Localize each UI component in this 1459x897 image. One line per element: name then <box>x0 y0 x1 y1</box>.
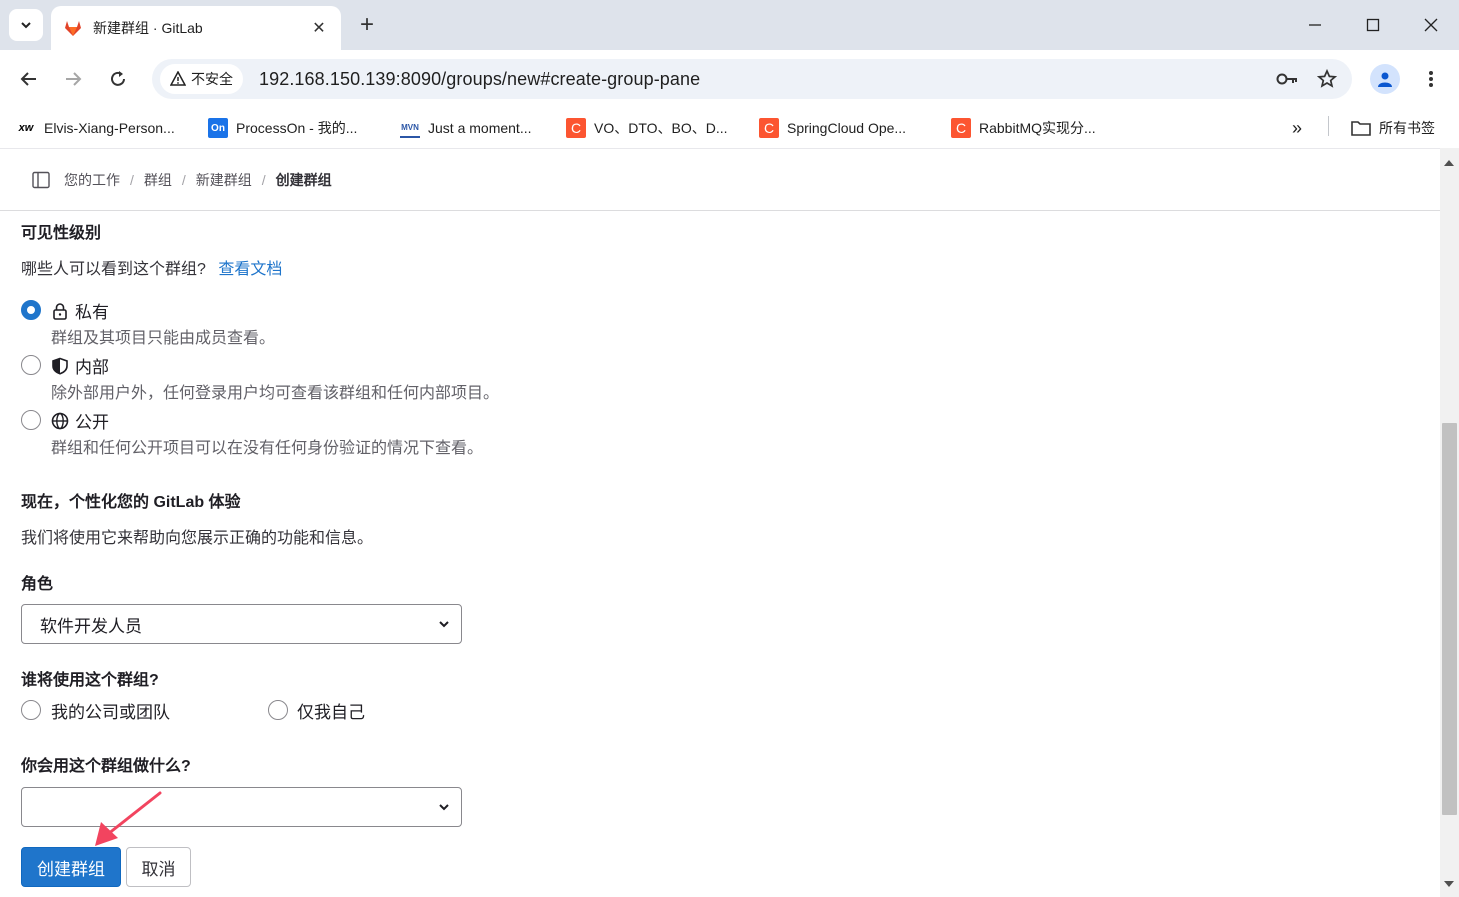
minimize-icon[interactable] <box>1300 10 1330 40</box>
browser-toolbar: 不安全 192.168.150.139:8090/groups/new#crea… <box>0 50 1459 108</box>
bookmark-item[interactable]: C SpringCloud Ope... <box>759 116 906 140</box>
visibility-private-label[interactable]: 私有 <box>51 298 109 323</box>
back-arrow-icon[interactable] <box>14 64 44 94</box>
bookmarks-bar: xw Elvis-Xiang-Person... On ProcessOn - … <box>0 108 1459 148</box>
view-docs-link[interactable]: 查看文档 <box>218 261 282 278</box>
breadcrumb-separator: / <box>130 171 134 188</box>
chevron-down-icon <box>21 22 31 29</box>
gitlab-logo-icon <box>65 21 81 36</box>
all-bookmarks-label: 所有书签 <box>1379 120 1435 136</box>
active-tab[interactable]: 新建群组 · GitLab ✕ <box>51 6 341 50</box>
role-label: 角色 <box>21 576 54 593</box>
all-bookmarks-button[interactable]: 所有书签 <box>1351 116 1435 140</box>
address-bar[interactable]: 不安全 192.168.150.139:8090/groups/new#crea… <box>152 59 1352 99</box>
browser-menu-icon[interactable] <box>1416 64 1446 94</box>
bookmark-item[interactable]: xw Elvis-Xiang-Person... <box>16 116 175 140</box>
scroll-up-arrow-icon[interactable] <box>1444 160 1454 166</box>
role-selected-value: 软件开发人员 <box>40 616 142 636</box>
bookmark-label: Elvis-Xiang-Person... <box>44 120 175 136</box>
visibility-question: 哪些人可以看到这个群组? 查看文档 <box>21 255 282 279</box>
visibility-public-help: 群组和任何公开项目可以在没有任何身份验证的情况下查看。 <box>51 440 484 457</box>
scrollbar-thumb[interactable] <box>1442 423 1457 815</box>
breadcrumb-groups[interactable]: 群组 <box>144 170 172 190</box>
bookmark-label: RabbitMQ实现分... <box>979 120 1096 136</box>
bookmark-label: ProcessOn - 我的... <box>236 120 358 136</box>
purpose-select[interactable] <box>21 787 462 827</box>
role-select[interactable]: 软件开发人员 <box>21 604 462 644</box>
url-text[interactable]: 192.168.150.139:8090/groups/new#create-g… <box>259 69 1272 90</box>
bookmarks-divider <box>1328 116 1329 136</box>
maximize-icon[interactable] <box>1358 10 1388 40</box>
option-label: 内部 <box>75 358 109 377</box>
forward-arrow-icon[interactable] <box>58 64 88 94</box>
bookmark-label: VO、DTO、BO、D... <box>594 120 728 136</box>
chevron-down-icon <box>439 804 449 811</box>
close-window-icon[interactable] <box>1416 10 1446 40</box>
breadcrumb-new-group[interactable]: 新建群组 <box>196 170 252 190</box>
bookmark-favicon-icon: MVN <box>400 118 420 138</box>
visibility-internal-help: 除外部用户外，任何登录用户均可查看该群组和任何内部项目。 <box>51 385 500 402</box>
reload-icon[interactable] <box>103 64 133 94</box>
cancel-button[interactable]: 取消 <box>126 847 191 887</box>
personalize-description: 我们将使用它来帮助向您展示正确的功能和信息。 <box>21 530 374 547</box>
shield-icon <box>52 357 68 375</box>
new-tab-button[interactable]: + <box>354 11 380 38</box>
security-indicator[interactable]: 不安全 <box>160 64 243 94</box>
bookmark-favicon-icon: On <box>208 118 228 138</box>
bookmark-label: SpringCloud Ope... <box>787 120 907 136</box>
visibility-internal-label[interactable]: 内部 <box>51 353 109 378</box>
tab-search-button[interactable] <box>9 9 43 41</box>
who-just-me-label[interactable]: 仅我自己 <box>297 698 365 723</box>
bookmark-item[interactable]: C RabbitMQ实现分... <box>951 116 1096 140</box>
breadcrumb-separator: / <box>261 171 266 188</box>
who-label: 谁将使用这个群组? <box>21 672 159 689</box>
bookmark-item[interactable]: MVN Just a moment... <box>400 116 531 140</box>
page-scrollbar[interactable] <box>1440 148 1459 897</box>
visibility-private-radio[interactable] <box>21 300 41 320</box>
gitlab-page: 您的工作 / 群组 / 新建群组 / 创建群组 可见性级别 哪些人可以看到这个群… <box>0 148 1440 897</box>
who-just-me-radio[interactable] <box>268 700 288 720</box>
visibility-question-text: 哪些人可以看到这个群组? <box>21 261 206 278</box>
bookmarks-overflow-button[interactable]: » <box>1292 116 1302 140</box>
breadcrumb-separator: / <box>181 171 186 188</box>
folder-icon <box>1351 121 1371 136</box>
close-tab-icon[interactable]: ✕ <box>309 18 329 38</box>
bookmark-item[interactable]: On ProcessOn - 我的... <box>208 116 357 140</box>
breadcrumb-your-work[interactable]: 您的工作 <box>64 170 120 190</box>
option-label: 公开 <box>75 413 109 432</box>
visibility-private-help: 群组及其项目只能由成员查看。 <box>51 330 276 347</box>
bookmark-favicon-icon: C <box>951 118 971 138</box>
bookmark-star-icon[interactable] <box>1312 64 1342 94</box>
profile-avatar-icon[interactable] <box>1370 64 1400 94</box>
warning-icon <box>170 71 186 86</box>
bookmark-favicon-icon: C <box>759 118 779 138</box>
option-label: 私有 <box>75 303 109 322</box>
bookmark-favicon-icon: xw <box>18 122 34 134</box>
sidebar-toggle-icon[interactable] <box>32 171 50 189</box>
breadcrumb: 您的工作 / 群组 / 新建群组 / 创建群组 <box>0 149 1440 211</box>
breadcrumb-create-group[interactable]: 创建群组 <box>276 170 332 190</box>
visibility-internal-radio[interactable] <box>21 355 41 375</box>
tab-title: 新建群组 · GitLab <box>93 20 203 36</box>
tab-strip: 新建群组 · GitLab ✕ + <box>0 0 1459 50</box>
who-company-label[interactable]: 我的公司或团队 <box>51 698 170 723</box>
personalize-heading: 现在，个性化您的 GitLab 体验 <box>21 494 241 511</box>
bookmark-label: Just a moment... <box>428 120 532 136</box>
security-label: 不安全 <box>191 71 233 87</box>
purpose-label: 你会用这个群组做什么? <box>21 758 191 775</box>
who-company-radio[interactable] <box>21 700 41 720</box>
visibility-public-label[interactable]: 公开 <box>51 408 109 433</box>
create-group-button[interactable]: 创建群组 <box>21 847 121 887</box>
lock-icon <box>53 302 67 320</box>
scroll-down-arrow-icon[interactable] <box>1444 881 1454 887</box>
password-key-icon[interactable] <box>1272 64 1302 94</box>
globe-icon <box>51 412 69 429</box>
visibility-heading: 可见性级别 <box>21 225 102 242</box>
bookmark-item[interactable]: C VO、DTO、BO、D... <box>566 116 728 140</box>
bookmark-favicon-icon: C <box>566 118 586 138</box>
chevron-down-icon <box>439 621 449 628</box>
visibility-public-radio[interactable] <box>21 410 41 430</box>
